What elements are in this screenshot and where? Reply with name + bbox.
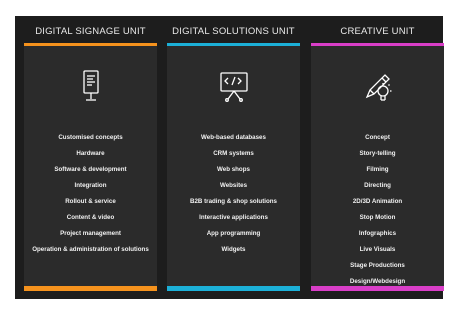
list-item: Directing: [364, 182, 391, 189]
column-title: DIGITAL SIGNAGE UNIT: [35, 26, 146, 37]
list-item: B2B trading & shop solutions: [190, 198, 277, 205]
column-title: DIGITAL SOLUTIONS UNIT: [172, 26, 295, 37]
list-item: Content & video: [66, 214, 115, 221]
pencil-bulb-icon: [358, 66, 398, 106]
list-item: Web shops: [217, 166, 250, 173]
signage-unit-column: DIGITAL SIGNAGE UNIT Customised concepts…: [24, 16, 157, 299]
list-item: Websites: [219, 182, 248, 189]
unit-card: Web-based databases CRM systems Web shop…: [167, 46, 300, 286]
list-item: Infographics: [358, 230, 397, 237]
list-item: Filming: [366, 166, 389, 173]
bottom-accent-bar: [167, 286, 300, 291]
list-item: Operation & administration of solutions: [32, 246, 149, 253]
unit-card: Customised concepts Hardware Software & …: [24, 46, 157, 286]
bottom-accent-bar: [24, 286, 157, 291]
bottom-accent-bar: [311, 286, 444, 291]
list-item: Widgets: [221, 246, 246, 253]
creative-unit-column: CREATIVE UNIT Concept Story-telling Film…: [311, 16, 444, 299]
unit-card: Concept Story-telling Filming Directing …: [311, 46, 444, 286]
code-monitor-icon: [214, 66, 254, 106]
list-item: Web-based databases: [201, 134, 266, 141]
list-item: CRM systems: [213, 150, 254, 157]
column-title: CREATIVE UNIT: [340, 26, 415, 37]
list-item: Concept: [365, 134, 390, 141]
list-item: Software & development: [54, 166, 127, 173]
services-panel: DIGITAL SIGNAGE UNIT Customised concepts…: [15, 16, 444, 299]
list-item: Interactive applications: [199, 214, 268, 221]
list-item: Stop Motion: [359, 214, 396, 221]
list-item: 2D/3D Animation: [352, 198, 403, 205]
list-item: Project management: [60, 230, 121, 237]
list-item: Rollout & service: [65, 198, 116, 205]
list-item: App programming: [206, 230, 261, 237]
list-item: Live Visuals: [359, 246, 396, 253]
signage-kiosk-icon: [71, 66, 111, 106]
list-item: Stage Productions: [350, 262, 405, 269]
list-item: Customised concepts: [58, 134, 123, 141]
list-item: Hardware: [76, 150, 105, 157]
list-item: Integration: [74, 182, 107, 189]
solutions-unit-column: DIGITAL SOLUTIONS UNIT Web-based databas…: [167, 16, 300, 299]
list-item: Story-telling: [359, 150, 396, 157]
